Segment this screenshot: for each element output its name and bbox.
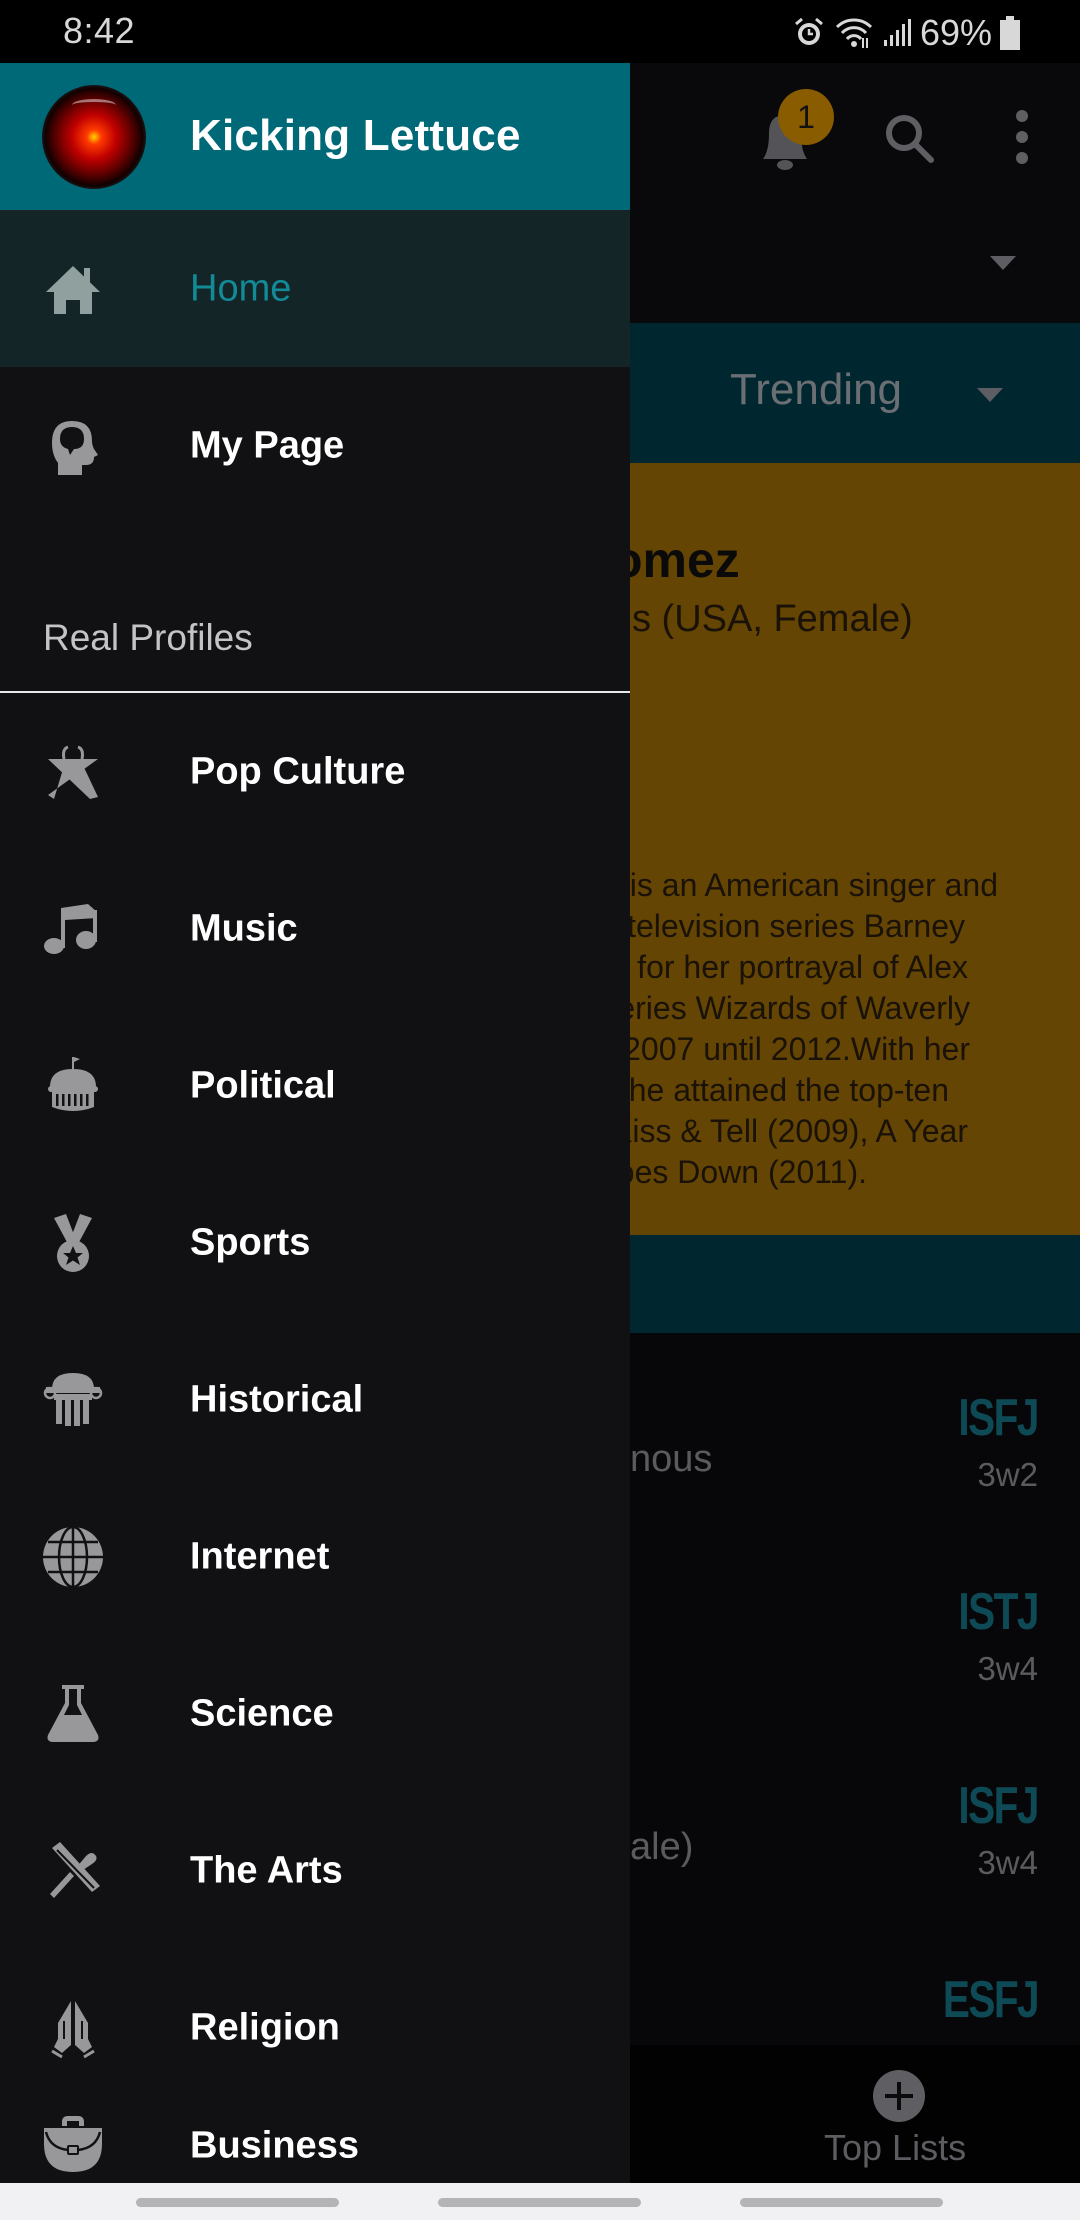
- nav-item-label: Business: [190, 2124, 359, 2167]
- nav-item-label: Political: [190, 1064, 336, 1106]
- brush-ruler-icon: [40, 1838, 106, 1904]
- top-lists-tab[interactable]: Top Lists: [824, 2127, 966, 2169]
- mbti-label: ISFJ: [958, 1777, 1040, 1835]
- status-bar: 8:42 69%: [0, 0, 1080, 63]
- signal-icon: [882, 18, 912, 48]
- mbti-label: ISTJ: [958, 1583, 1040, 1641]
- mbti-label: ESFJ: [942, 1971, 1040, 2029]
- nav-item-historical[interactable]: Historical: [0, 1321, 630, 1478]
- nav-item-label: Home: [190, 267, 292, 309]
- nav-item-sports[interactable]: Sports: [0, 1164, 630, 1321]
- wifi-icon: [834, 16, 874, 50]
- nav-item-label: The Arts: [190, 1849, 343, 1891]
- list-item-title: nous: [630, 1438, 713, 1480]
- nav-item-label: My Page: [190, 424, 345, 466]
- section-title: Real Profiles: [43, 617, 253, 658]
- dropdown-arrow-icon[interactable]: [990, 256, 1016, 270]
- navigation-drawer: Kicking Lettuce Home My Page Real Profil…: [0, 63, 630, 2183]
- home-icon: [40, 256, 106, 322]
- more-vert-icon[interactable]: [1005, 107, 1039, 167]
- globe-icon: [40, 1524, 106, 1590]
- nav-item-label: Sports: [190, 1221, 311, 1263]
- nav-item-home[interactable]: Home: [0, 210, 630, 367]
- ionic-column-icon: [40, 1367, 106, 1433]
- briefcase-icon: [40, 2110, 106, 2176]
- nav-item-business[interactable]: Business: [0, 2106, 630, 2183]
- section-header-real-profiles: Real Profiles: [0, 583, 630, 693]
- nav-item-label: Historical: [190, 1378, 364, 1420]
- pop-culture-icon: [40, 739, 106, 805]
- nav-item-pop-culture[interactable]: Pop Culture: [0, 693, 630, 850]
- nav-item-internet[interactable]: Internet: [0, 1478, 630, 1635]
- enneagram-label: 3w4: [977, 1844, 1038, 1881]
- back-button[interactable]: [740, 2198, 943, 2207]
- chevron-down-icon[interactable]: [977, 388, 1003, 402]
- plus-circle-icon[interactable]: [873, 2070, 925, 2122]
- nav-item-label: Religion: [190, 2006, 340, 2048]
- search-icon[interactable]: [882, 111, 938, 167]
- medal-icon: [40, 1210, 106, 1276]
- home-button[interactable]: [438, 2198, 641, 2207]
- battery-icon: [1000, 16, 1020, 50]
- nav-item-my-page[interactable]: My Page: [0, 367, 630, 524]
- nav-item-the-arts[interactable]: The Arts: [0, 1792, 630, 1949]
- featured-name: omez: [612, 532, 740, 588]
- list-item-title: ale): [630, 1826, 694, 1868]
- flask-icon: [40, 1681, 106, 1747]
- status-icons: 69%: [792, 12, 1020, 54]
- featured-subtitle: s (USA, Female): [632, 598, 913, 640]
- nav-item-religion[interactable]: Religion: [0, 1949, 630, 2106]
- recent-apps-button[interactable]: [136, 2198, 339, 2207]
- drawer-header: Kicking Lettuce: [0, 63, 630, 210]
- brain-head-icon: [40, 413, 106, 479]
- nav-item-label: Music: [190, 907, 298, 949]
- hal-eye-avatar[interactable]: [42, 85, 146, 189]
- alarm-icon: [792, 16, 826, 50]
- enneagram-label: 3w4: [977, 1650, 1038, 1687]
- nav-item-label: Internet: [190, 1535, 330, 1577]
- music-note-icon: [40, 896, 106, 962]
- capitol-building-icon: [40, 1053, 106, 1119]
- mbti-label: ISFJ: [958, 1389, 1040, 1447]
- status-time: 8:42: [63, 10, 136, 51]
- notification-badge: 1: [778, 89, 834, 145]
- praying-hands-icon: [40, 1995, 106, 2061]
- nav-item-political[interactable]: Political: [0, 1007, 630, 1164]
- enneagram-label: 3w2: [977, 1456, 1038, 1493]
- battery-percent: 69%: [919, 12, 992, 53]
- app-title: Kicking Lettuce: [190, 111, 521, 160]
- nav-item-label: Science: [190, 1692, 334, 1734]
- system-navigation-bar: [0, 2183, 1080, 2220]
- nav-item-music[interactable]: Music: [0, 850, 630, 1007]
- nav-item-label: Pop Culture: [190, 750, 406, 792]
- sort-dropdown[interactable]: Trending: [730, 365, 902, 415]
- nav-item-science[interactable]: Science: [0, 1635, 630, 1792]
